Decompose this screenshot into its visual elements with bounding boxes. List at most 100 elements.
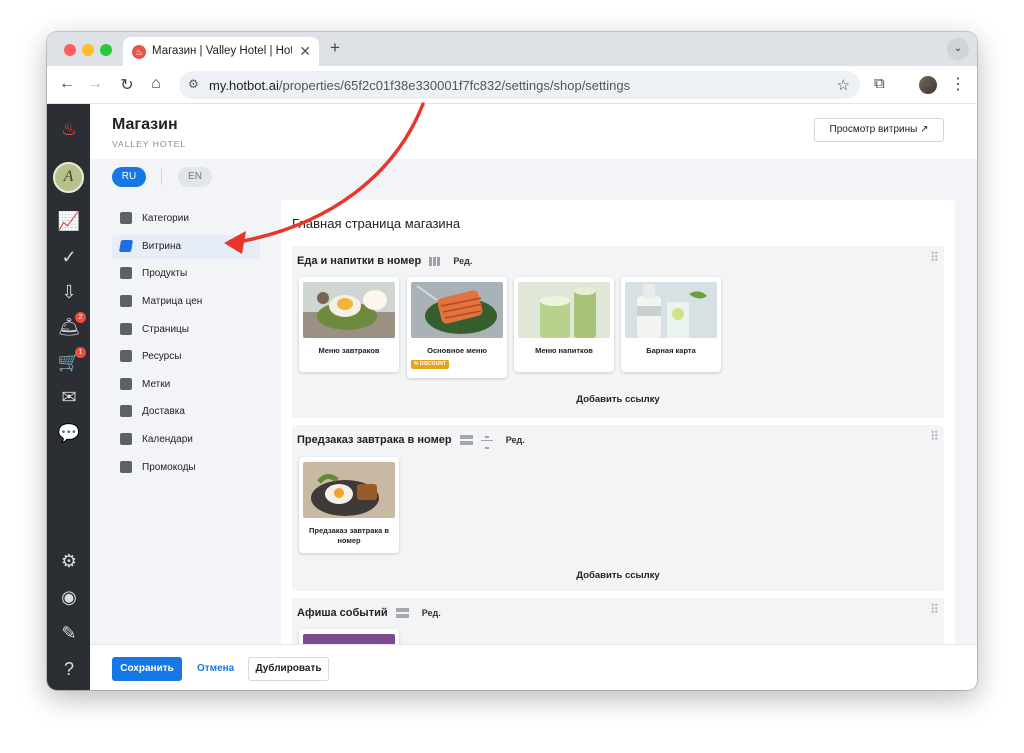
left-rail: ♨ A 📈 ✓ ⇩ 🛎 2 🛒 1 ✉ 💬 ⚙ ◉ ✎ ? [47, 104, 90, 690]
bacardi-image [625, 282, 717, 338]
section-title: Афиша событий [297, 607, 388, 619]
cart-icon[interactable]: 🛒 1 [56, 347, 86, 375]
duplicate-button[interactable]: Дублировать [248, 657, 329, 681]
add-link-button[interactable]: Добавить ссылку [292, 394, 944, 405]
preview-showcase-button[interactable]: Просмотр витрины ↗ [814, 118, 944, 142]
lang-ru-button[interactable]: RU [112, 167, 146, 187]
showcase-title: Главная страница магазина [292, 216, 461, 231]
edit-link[interactable]: Ред. [506, 435, 525, 445]
matcha-image [518, 282, 610, 338]
drag-handle-icon[interactable] [931, 603, 938, 613]
card-drinks-menu[interactable]: Меню напитков [514, 277, 614, 372]
settings-icon[interactable]: ⚙ [56, 548, 82, 574]
edit-link[interactable]: Ред. [453, 256, 472, 266]
help-icon[interactable]: ? [56, 656, 82, 682]
sidebar-item-products[interactable]: Продукты [112, 262, 260, 286]
new-tab-button[interactable]: + [330, 38, 340, 58]
url-path: /properties/65f2c01f38e330001f7fc832/set… [278, 78, 631, 93]
delivery-icon [120, 405, 132, 417]
more-menu-icon[interactable]: ⋮ [950, 74, 966, 94]
close-window-button[interactable] [64, 44, 76, 56]
cart-badge: 1 [75, 347, 86, 358]
sidebar-item-label: Календари [142, 434, 193, 445]
page-title: Магазин [112, 116, 178, 133]
forward-icon[interactable]: → [85, 75, 105, 93]
section-breakfast-preorder: Предзаказ завтрака в номер Ред. Предзака… [292, 425, 944, 591]
check-circle-icon[interactable]: ✓ [56, 244, 82, 270]
save-button[interactable]: Сохранить [112, 657, 182, 681]
card-bar-menu[interactable]: Барная карта [621, 277, 721, 372]
split-layout-icon[interactable] [480, 435, 493, 449]
home-icon[interactable]: ⌂ [146, 75, 166, 93]
sidebar-item-label: Промокоды [142, 462, 196, 473]
sidebar-item-showcase[interactable]: Витрина [112, 235, 260, 259]
sidebar-item-tags[interactable]: Метки [112, 373, 260, 397]
site-settings-icon[interactable]: ⚙ [188, 77, 199, 91]
sidebar-item-label: Продукты [142, 268, 188, 279]
browser-tab[interactable]: ♨ Магазин | Valley Hotel | Hotbot ✕ [123, 37, 319, 66]
language-switcher: RU EN [90, 159, 977, 193]
section-header: Афиша событий Ред. [297, 607, 441, 619]
salmon-image [411, 282, 503, 338]
url-text[interactable]: my.hotbot.ai/properties/65f2c01f38e33000… [209, 78, 630, 93]
showcase-editor: Главная страница магазина Еда и напитки … [281, 200, 955, 670]
lang-divider [161, 169, 162, 185]
sidebar-item-delivery[interactable]: Доставка [112, 400, 260, 424]
discount-badge: % DISCOUNT [411, 360, 449, 369]
card-image [518, 282, 610, 338]
promo-codes-icon [120, 461, 132, 473]
reload-icon[interactable]: ↻ [117, 75, 137, 95]
favicon-icon: ♨ [132, 45, 146, 59]
section-header: Предзаказ завтрака в номер Ред. [297, 434, 525, 449]
back-icon[interactable]: ← [57, 75, 77, 93]
analytics-icon[interactable]: 📈 [56, 208, 82, 234]
sidebar-item-categories[interactable]: Категории [112, 207, 260, 231]
tab-title: Магазин | Valley Hotel | Hotbot [152, 45, 292, 57]
address-bar[interactable]: ⚙ my.hotbot.ai/properties/65f2c01f38e330… [179, 71, 860, 99]
hotbot-logo-icon[interactable]: ♨ [56, 116, 82, 142]
card-label: Основное меню [427, 346, 487, 355]
profile-avatar[interactable] [919, 76, 937, 94]
list-layout-icon[interactable] [459, 435, 473, 446]
lang-en-button[interactable]: EN [178, 167, 212, 187]
tab-close-icon[interactable]: ✕ [299, 43, 311, 60]
avatar[interactable]: A [53, 162, 84, 193]
products-icon [120, 267, 132, 279]
add-link-button[interactable]: Добавить ссылку [292, 570, 944, 581]
sidebar-item-pages[interactable]: Страницы [112, 318, 260, 342]
sidebar-item-promo-codes[interactable]: Промокоды [112, 456, 260, 480]
sidebar-item-label: Категории [142, 213, 189, 224]
card-label: Меню напитков [535, 346, 593, 355]
browser-toolbar: ← → ↻ ⌂ ⚙ my.hotbot.ai/properties/65f2c0… [47, 66, 977, 104]
card-image [411, 282, 503, 338]
list-layout-icon[interactable] [395, 608, 409, 619]
user-circle-icon[interactable]: ◉ [56, 584, 82, 610]
room-service-icon[interactable]: 🛎 2 [56, 312, 86, 340]
tab-search-button[interactable]: ⌄ [947, 38, 969, 60]
sidebar-item-resources[interactable]: Ресурсы [112, 345, 260, 369]
card-breakfast-menu[interactable]: Меню завтраков [299, 277, 399, 372]
chat-icon[interactable]: 💬 [56, 420, 82, 446]
card-label: Предзаказ завтрака в номер [309, 526, 389, 545]
card-breakfast-preorder[interactable]: Предзаказ завтрака в номер [299, 457, 399, 553]
drag-handle-icon[interactable] [931, 251, 938, 261]
edit-link[interactable]: Ред. [422, 608, 441, 618]
sidebar-item-label: Доставка [142, 406, 185, 417]
cancel-button[interactable]: Отмена [197, 663, 234, 674]
mail-icon[interactable]: ✉ [56, 384, 82, 410]
categories-icon [120, 212, 132, 224]
inbox-icon[interactable]: ⇩ [56, 279, 82, 305]
star-icon[interactable]: ☆ [837, 76, 850, 94]
card-image [625, 282, 717, 338]
room-service-badge: 2 [75, 312, 86, 323]
pencil-icon[interactable]: ✎ [56, 620, 82, 646]
grid-layout-icon[interactable] [429, 256, 441, 266]
sidebar-item-price-matrix[interactable]: Матрица цен [112, 290, 260, 314]
sidebar-item-calendars[interactable]: Календари [112, 428, 260, 452]
drag-handle-icon[interactable] [931, 430, 938, 440]
showcase-icon [118, 240, 134, 252]
card-main-menu[interactable]: Основное меню % DISCOUNT [407, 277, 507, 378]
minimize-window-button[interactable] [82, 44, 94, 56]
extensions-icon[interactable]: ⧉ [874, 75, 885, 92]
maximize-window-button[interactable] [100, 44, 112, 56]
